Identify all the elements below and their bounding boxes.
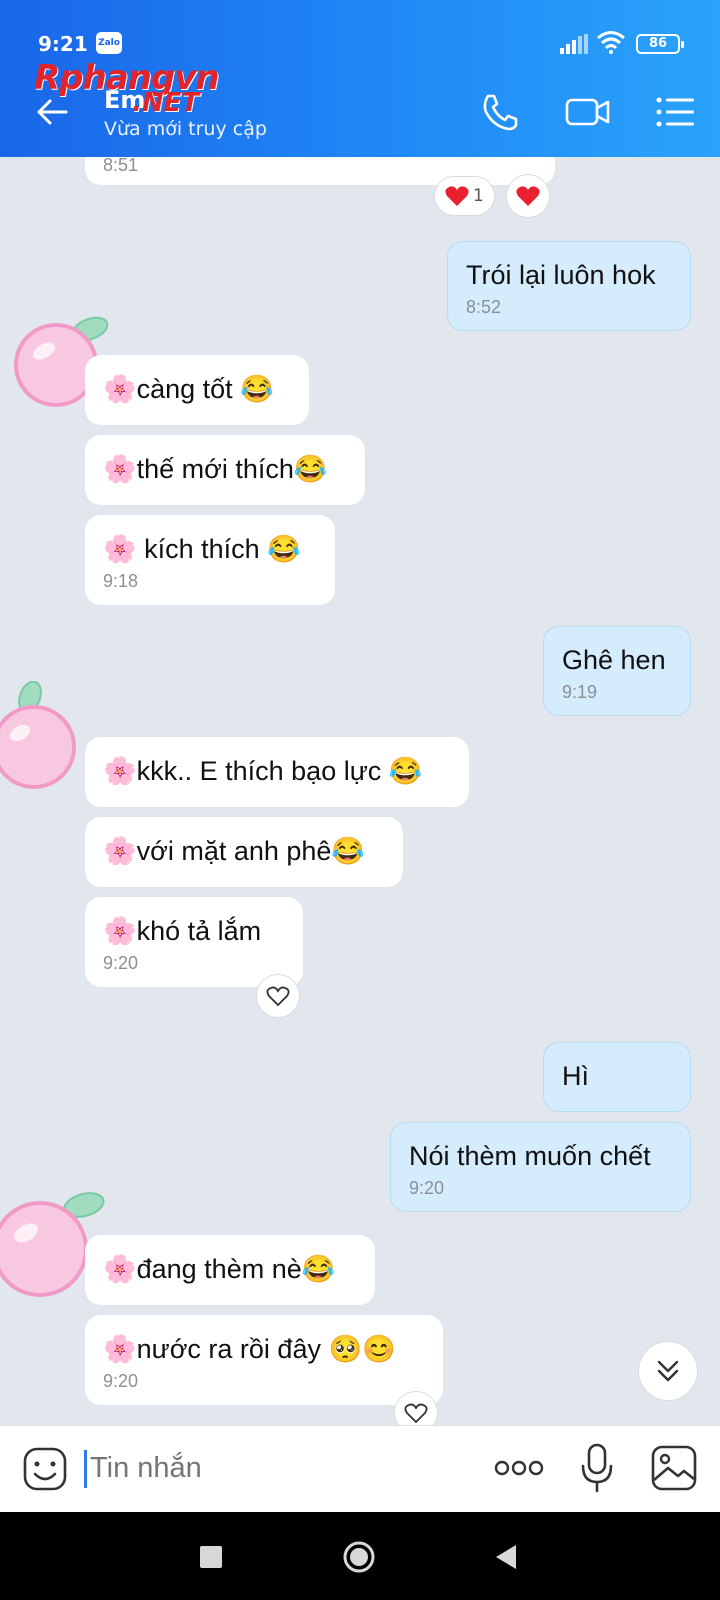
scroll-to-bottom-button[interactable]: [638, 1341, 698, 1401]
sticker-icon[interactable]: [22, 1446, 68, 1492]
heart-icon: [516, 186, 540, 206]
heart-outline-icon: [404, 1403, 428, 1424]
more-options-icon[interactable]: [494, 1458, 544, 1478]
heart-reaction-button[interactable]: [256, 974, 300, 1018]
message-time: 8:52: [466, 297, 502, 317]
message-text: Ghê hen: [562, 645, 666, 675]
message-text: 🌸kkk.. E thích bạo lực 😂: [103, 756, 423, 786]
message-text: 🌸đang thèm nè😂: [103, 1254, 336, 1284]
menu-list-icon[interactable]: [654, 92, 698, 132]
zalo-notification-icon: Zalo: [96, 32, 122, 54]
heart-outline-icon: [266, 986, 290, 1007]
message-bubble-received[interactable]: 🌸khó tả lắm 9:20: [85, 897, 303, 987]
message-time: 8:51: [103, 157, 139, 175]
recent-apps-button[interactable]: [200, 1546, 222, 1568]
image-gallery-icon[interactable]: [650, 1444, 698, 1492]
message-text: Nói thèm muốn chết: [409, 1141, 651, 1171]
message-text: 🌸khó tả lắm: [103, 916, 262, 946]
message-text: 🌸thế mới thích😂: [103, 454, 328, 484]
heart-reaction-button[interactable]: [506, 174, 550, 218]
system-navigation-bar: [0, 1512, 720, 1600]
message-text: Trói lại luôn hok: [466, 260, 656, 290]
message-bubble-received[interactable]: 🌸đang thèm nè😂: [85, 1235, 375, 1305]
message-bubble-received[interactable]: 🌸nước ra rồi đây 🥺😊 9:20: [85, 1315, 443, 1405]
microphone-icon[interactable]: [580, 1442, 614, 1494]
heart-icon: [445, 186, 469, 206]
message-text: 🌸càng tốt 😂: [103, 374, 274, 404]
message-text: Hì: [562, 1061, 589, 1091]
message-time: 9:19: [562, 682, 598, 702]
message-text: 🌸 kích thích 😂: [103, 534, 301, 564]
reaction-count: 1: [473, 186, 484, 206]
message-bubble-sent[interactable]: Hì: [543, 1042, 691, 1112]
message-input-bar: [0, 1425, 720, 1512]
chat-area[interactable]: 8:51 1 Trói lại luôn hok 8:52 🌸càng tốt …: [0, 157, 720, 1425]
message-text: 🌸với mặt anh phê😂: [103, 836, 366, 866]
phone-icon[interactable]: [478, 92, 522, 132]
double-chevron-down-icon: [657, 1360, 679, 1382]
wifi-icon: [597, 31, 625, 54]
message-bubble-sent[interactable]: Ghê hen 9:19: [543, 626, 691, 716]
home-button[interactable]: [342, 1540, 376, 1574]
message-input[interactable]: [84, 1442, 464, 1494]
message-time: 9:18: [103, 571, 139, 591]
message-bubble-sent[interactable]: Trói lại luôn hok 8:52: [447, 241, 691, 331]
status-time: 9:21: [38, 32, 88, 56]
message-time: 9:20: [409, 1178, 445, 1198]
message-time: 9:20: [103, 1371, 139, 1391]
watermark-logo: Rphangvn .NET: [34, 58, 254, 128]
top-bar: 9:21 Zalo 86 Em Vừa mới truy cập Rphangv…: [0, 0, 720, 157]
message-bubble-received[interactable]: 🌸kkk.. E thích bạo lực 😂: [85, 737, 469, 807]
message-bubble-sent[interactable]: Nói thèm muốn chết 9:20: [390, 1122, 691, 1212]
message-time: 9:20: [103, 953, 139, 973]
message-bubble-received[interactable]: 🌸 kích thích 😂 9:18: [85, 515, 335, 605]
message-bubble-received[interactable]: 🌸với mặt anh phê😂: [85, 817, 403, 887]
message-text: 🌸nước ra rồi đây 🥺😊: [103, 1334, 396, 1364]
message-bubble-received[interactable]: 🌸thế mới thích😂: [85, 435, 365, 505]
message-bubble-received[interactable]: 🌸càng tốt 😂: [85, 355, 309, 425]
signal-icon: [560, 34, 588, 54]
battery-indicator: 86: [636, 34, 684, 54]
video-call-icon[interactable]: [564, 92, 612, 132]
back-button[interactable]: [494, 1544, 518, 1570]
avatar-peach-icon[interactable]: [0, 681, 90, 791]
heart-reaction-count[interactable]: 1: [434, 176, 495, 216]
watermark-sub: .NET: [132, 88, 200, 118]
